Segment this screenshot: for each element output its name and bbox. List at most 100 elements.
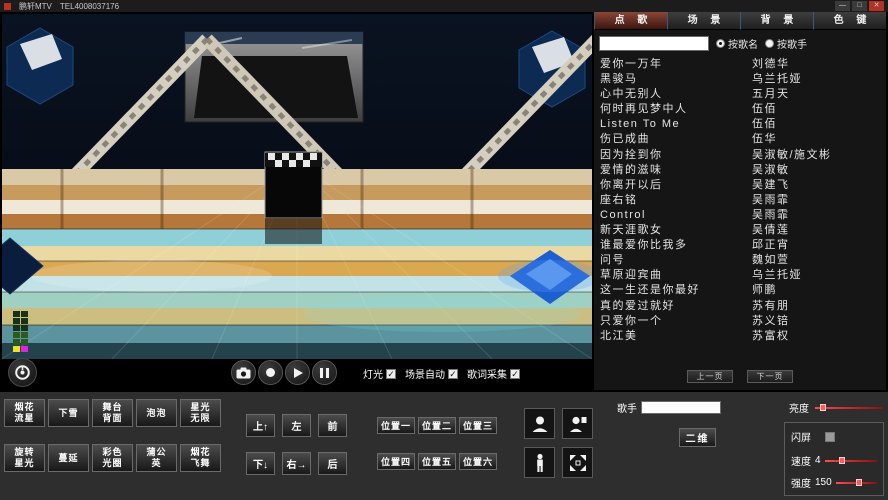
song-row[interactable]: Listen To Me伍佰 [600, 117, 886, 132]
song-name: 座右铭 [600, 193, 752, 208]
song-row[interactable]: 爱情的滋味吴淑敏 [600, 163, 886, 178]
phone-number: TEL4008037176 [60, 2, 119, 11]
song-row[interactable]: 只爱你一个苏义锫 [600, 314, 886, 329]
move-back-button[interactable]: 后 [318, 452, 347, 475]
song-row[interactable]: 你离开以后吴建飞 [600, 178, 886, 193]
record-button[interactable] [258, 360, 283, 385]
by-singer-label: 按歌手 [777, 36, 807, 51]
song-row[interactable]: 爱你一万年刘德华 [600, 57, 886, 72]
move-up-button[interactable]: 上↑ [246, 414, 275, 437]
light-checkbox[interactable] [386, 369, 396, 379]
song-name: 谁最爱你比我多 [600, 238, 752, 253]
effect-toggle-button[interactable] [8, 358, 37, 387]
song-name: 爱你一万年 [600, 57, 752, 72]
lyrics-option: 歌词采集 [467, 366, 520, 381]
tab-background[interactable]: 背 景 [740, 12, 813, 30]
song-row[interactable]: 何时再见梦中人伍佰 [600, 102, 886, 117]
song-artist: 师鹏 [752, 283, 886, 298]
prev-page-button[interactable]: 上一页 [687, 370, 733, 383]
speed-slider[interactable] [825, 460, 877, 462]
song-name: 草原迎宾曲 [600, 268, 752, 283]
position-1-button[interactable]: 位置一 [377, 417, 415, 434]
tab-chroma-key[interactable]: 色 键 [813, 12, 886, 30]
song-row[interactable]: Control吴雨霏 [600, 208, 886, 223]
strength-slider[interactable] [836, 482, 877, 484]
song-row[interactable]: 这一生还是你最好师鹏 [600, 283, 886, 298]
minimize-button[interactable]: — [835, 1, 850, 11]
video-preview: 灯光 场景自动 歌词采集 [0, 12, 594, 390]
singer-view-b-button[interactable] [562, 408, 593, 439]
effect-button-fireworks-meteor[interactable]: 烟花流星 [4, 399, 45, 427]
effect-button-color-rings[interactable]: 彩色光圈 [92, 444, 133, 472]
song-row[interactable]: 新天涯歌女吴倩莲 [600, 223, 886, 238]
search-by-name-option[interactable]: 按歌名 [716, 36, 758, 51]
person-bust-frame-icon [568, 414, 588, 434]
effect-button-dandelion[interactable]: 蒲公英 [136, 444, 177, 472]
position-6-button[interactable]: 位置六 [459, 453, 497, 470]
scene-auto-checkbox[interactable] [448, 369, 458, 379]
effect-button-rotating-stars[interactable]: 旋转星光 [4, 444, 45, 472]
singer-label: 歌手 [617, 400, 637, 415]
song-artist: 乌兰托娅 [752, 72, 886, 87]
effect-button-spread[interactable]: 蔓延 [48, 444, 89, 472]
song-artist: 刘德华 [752, 57, 886, 72]
position-3-button[interactable]: 位置三 [459, 417, 497, 434]
scene-auto-option: 场景自动 [405, 366, 458, 381]
position-2-button[interactable]: 位置二 [418, 417, 456, 434]
song-name: 爱情的滋味 [600, 163, 752, 178]
maximize-button[interactable]: □ [852, 1, 867, 11]
2d-mode-button[interactable]: 二维 [679, 428, 716, 447]
song-row[interactable]: 真的爱过就好苏有朋 [600, 299, 886, 314]
move-right-button[interactable]: 右→ [282, 452, 311, 475]
snapshot-button[interactable] [231, 360, 256, 385]
by-singer-radio[interactable] [765, 39, 774, 48]
search-input[interactable] [599, 36, 709, 51]
effect-button-snow[interactable]: 下雪 [48, 399, 89, 427]
brightness-slider[interactable] [815, 407, 883, 409]
lyrics-checkbox[interactable] [510, 369, 520, 379]
song-artist: 伍佰 [752, 102, 886, 117]
tab-song-select[interactable]: 点 歌 [594, 12, 667, 30]
song-row[interactable]: 谁最爱你比我多邱正宵 [600, 238, 886, 253]
singer-view-a-button[interactable] [524, 408, 555, 439]
song-row[interactable]: 因为拴到你吴淑敏/施文彬 [600, 148, 886, 163]
song-row[interactable]: 心中无别人五月天 [600, 87, 886, 102]
song-row[interactable]: 黑骏马乌兰托娅 [600, 72, 886, 87]
flash-checkbox[interactable] [825, 432, 835, 442]
panel-tabs: 点 歌 场 景 背 景 色 键 [594, 12, 886, 30]
full-body-view-button[interactable] [524, 447, 555, 478]
song-row[interactable]: 座右铭吴雨霏 [600, 193, 886, 208]
effect-button-stage-back[interactable]: 舞台背面 [92, 399, 133, 427]
fullscreen-button[interactable] [562, 447, 593, 478]
move-left-button[interactable]: 左 [282, 414, 311, 437]
speed-slider-handle[interactable] [839, 457, 845, 464]
song-name: 何时再见梦中人 [600, 102, 752, 117]
move-forward-button[interactable]: 前 [318, 414, 347, 437]
song-artist: 邱正宵 [752, 238, 886, 253]
next-page-button[interactable]: 下一页 [747, 370, 793, 383]
play-button[interactable] [285, 360, 310, 385]
video-scene [2, 14, 592, 359]
record-icon [266, 368, 275, 377]
close-button[interactable]: ✕ [869, 1, 884, 11]
singer-input[interactable] [641, 401, 721, 414]
song-row[interactable]: 草原迎宾曲乌兰托娅 [600, 268, 886, 283]
effect-button-fireworks-fly[interactable]: 烟花飞舞 [180, 444, 221, 472]
position-5-button[interactable]: 位置五 [418, 453, 456, 470]
song-artist: 吴雨霏 [752, 193, 886, 208]
video-options: 灯光 场景自动 歌词采集 [363, 366, 520, 381]
search-by-singer-option[interactable]: 按歌手 [765, 36, 807, 51]
song-row[interactable]: 北江美苏富权 [600, 329, 886, 344]
brightness-slider-handle[interactable] [820, 404, 826, 411]
by-name-radio[interactable] [716, 39, 725, 48]
move-down-button[interactable]: 下↓ [246, 452, 275, 475]
song-row[interactable]: 问号魏如萱 [600, 253, 886, 268]
position-4-button[interactable]: 位置四 [377, 453, 415, 470]
effect-button-starlight[interactable]: 星光无限 [180, 399, 221, 427]
pause-button[interactable] [312, 360, 337, 385]
strength-slider-handle[interactable] [856, 479, 862, 486]
tab-scene[interactable]: 场 景 [667, 12, 740, 30]
song-row[interactable]: 伤已成曲伍华 [600, 132, 886, 147]
effect-button-bubbles[interactable]: 泡泡 [136, 399, 177, 427]
song-artist: 伍佰 [752, 117, 886, 132]
